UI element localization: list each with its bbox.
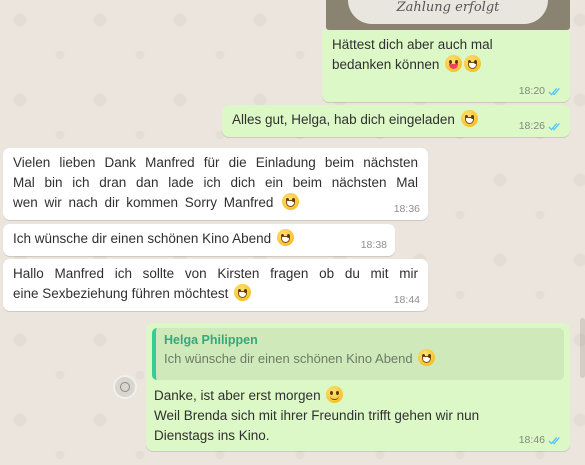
double-check-icon — [548, 122, 560, 130]
message-time: 18:36 — [393, 203, 420, 215]
emoji-react-icon[interactable] — [113, 375, 137, 399]
message-meta: 18:36 — [394, 203, 420, 215]
message-meta: 18:44 — [394, 294, 420, 306]
quoted-message[interactable]: Helga Philippen Ich wünsche dir einen sc… — [152, 328, 564, 380]
message-time: 18:26 — [518, 120, 545, 132]
message-time: 18:46 — [518, 434, 545, 446]
message-text: Danke, ist aber erst morgen — [154, 386, 562, 406]
message-text: Mal bin ich dran dan lade ich dich ein b… — [13, 175, 418, 190]
message-bubble-incoming[interactable]: Ich wünsche dir einen schönen Kino Abend… — [3, 224, 395, 256]
message-time: 18:20 — [518, 85, 545, 97]
image-message[interactable]: Zahlung erfolgt — [326, 0, 570, 30]
quoted-author: Helga Philippen — [164, 333, 258, 347]
smirking-emoji-icon — [326, 386, 344, 403]
grinning-emoji-icon — [282, 193, 300, 210]
grinning-emoji-icon — [276, 229, 294, 246]
grinning-emoji-icon — [234, 284, 252, 301]
grinning-emoji-icon — [460, 110, 478, 127]
message-text: Ich wünsche dir einen schönen Kino Abend — [13, 229, 385, 249]
message-text: eine Sexbeziehung führen möchtest — [13, 284, 418, 304]
double-check-icon — [548, 87, 560, 95]
laughing-emoji-icon — [464, 55, 482, 72]
image-caption-text: Zahlung erfolgt — [348, 0, 548, 24]
grinning-emoji-icon — [418, 349, 436, 366]
double-check-icon — [548, 436, 560, 444]
message-text: wen wir nach dir kommen Sorry Manfred — [13, 193, 418, 213]
message-text: Hättest dich aber auch mal — [332, 37, 493, 52]
message-meta: 18:26 — [519, 120, 562, 132]
message-bubble-incoming[interactable]: Vielen lieben Dank Manfred für die Einla… — [3, 148, 428, 220]
message-time: 18:44 — [393, 294, 420, 306]
message-meta: 18:38 — [361, 239, 387, 251]
message-meta: 18:20 — [519, 85, 562, 97]
message-text: Weil Brenda sich mit ihrer Freundin trif… — [154, 408, 480, 423]
message-text: Alles gut, Helga, hab dich eingeladen — [232, 110, 560, 130]
message-body: Danke, ist aber erst morgen Weil Brenda … — [154, 386, 562, 446]
scrollbar-thumb[interactable] — [580, 318, 585, 378]
message-bubble-incoming[interactable]: Hallo Manfred ich sollte von Kirsten fra… — [3, 259, 428, 311]
message-bubble-outgoing[interactable]: Alles gut, Helga, hab dich eingeladen 18… — [222, 105, 570, 137]
message-text: Hallo Manfred ich sollte von Kirsten fra… — [13, 266, 418, 281]
message-bubble-outgoing[interactable]: Hättest dich aber auch mal bedanken könn… — [322, 30, 570, 102]
quoted-text: Ich wünsche dir einen schönen Kino Abend — [164, 348, 556, 370]
message-bubble-outgoing[interactable]: Helga Philippen Ich wünsche dir einen sc… — [146, 323, 570, 451]
message-time: 18:38 — [360, 239, 387, 251]
message-text: bedanken können — [332, 55, 560, 75]
message-text: Dienstags ins Kino. — [154, 428, 270, 443]
message-text: Vielen lieben Dank Manfred für die Einla… — [13, 155, 418, 170]
message-meta: 18:46 — [519, 434, 562, 446]
tongue-emoji-icon — [445, 55, 463, 72]
